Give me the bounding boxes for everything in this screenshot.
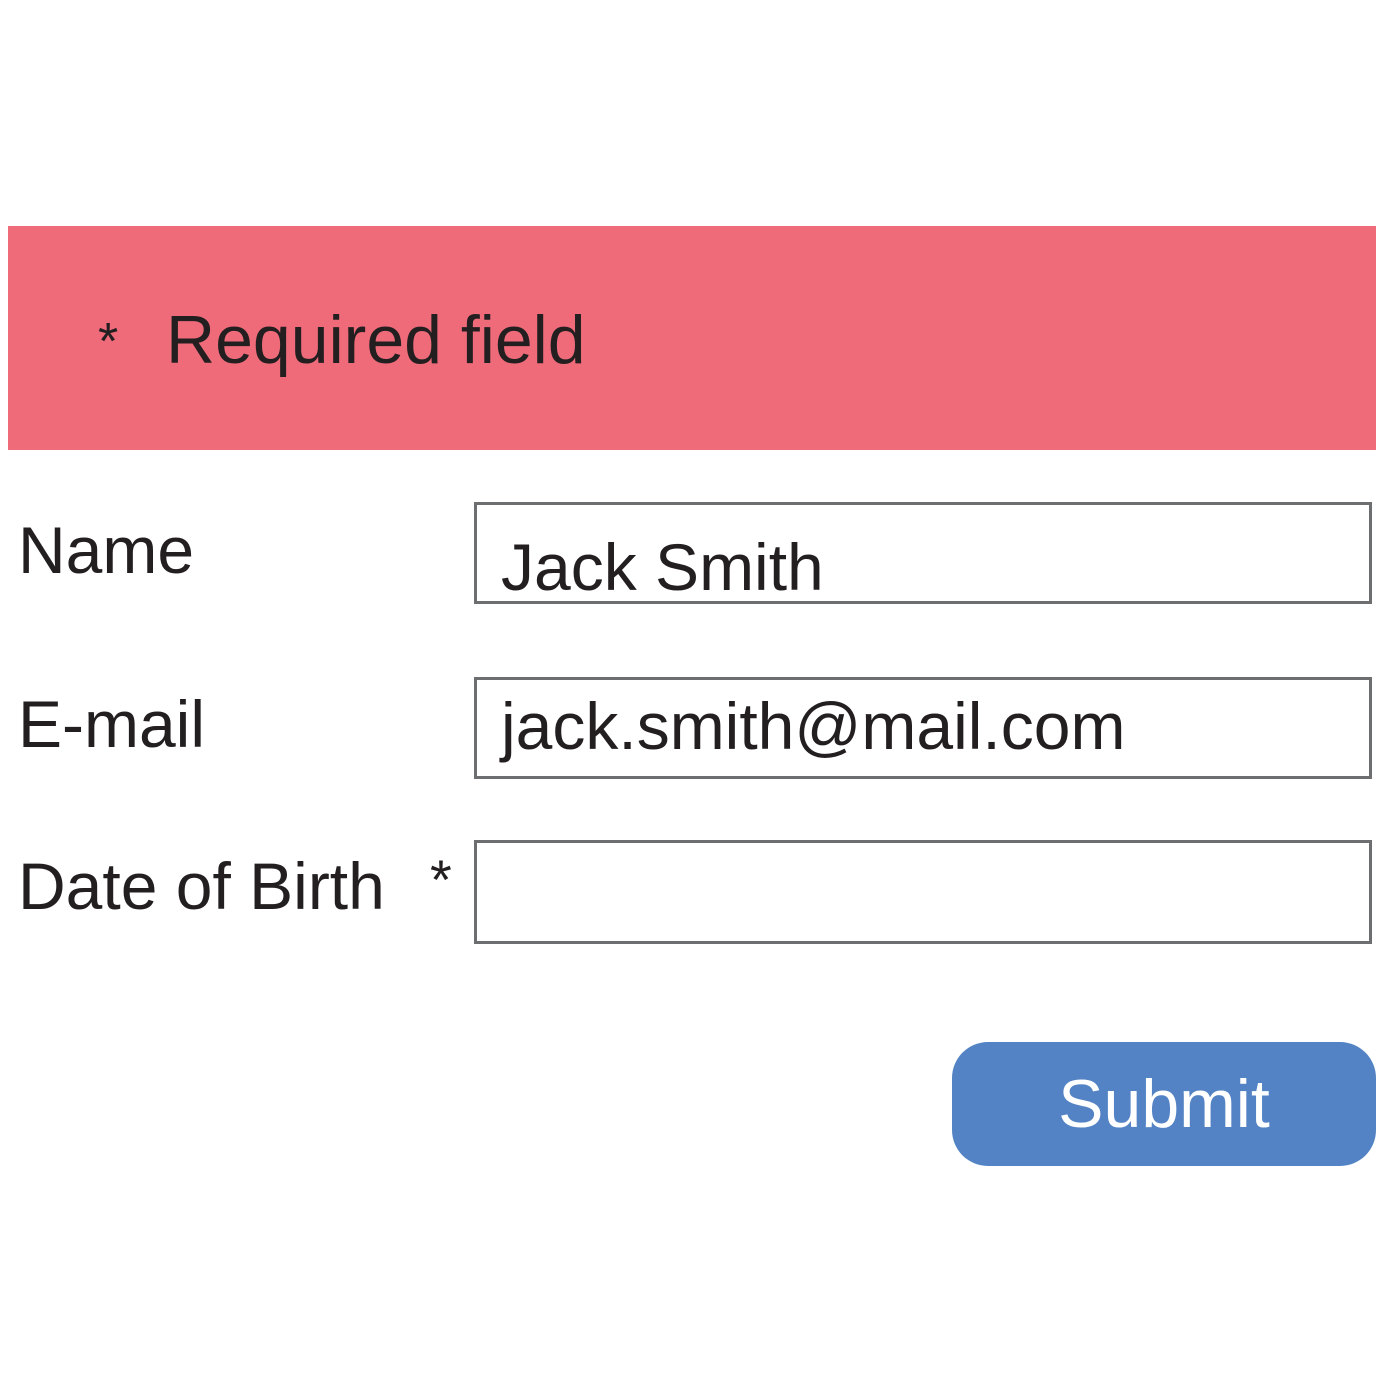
date-of-birth-required-marker: * [430,848,452,911]
name-input-value: Jack Smith [501,530,824,604]
name-label: Name [18,513,195,587]
email-input[interactable]: jack.smith@mail.com [474,677,1372,779]
required-asterisk-icon: * [98,313,119,371]
name-input[interactable]: Jack Smith [474,502,1372,604]
email-input-value: jack.smith@mail.com [501,689,1126,763]
email-label: E-mail [18,687,206,761]
date-of-birth-input[interactable] [474,840,1372,944]
submit-button-label: Submit [1058,1066,1270,1142]
required-field-message: Required field [166,302,586,378]
date-of-birth-label: Date of Birth [18,849,385,923]
submit-button[interactable]: Submit [952,1042,1376,1166]
